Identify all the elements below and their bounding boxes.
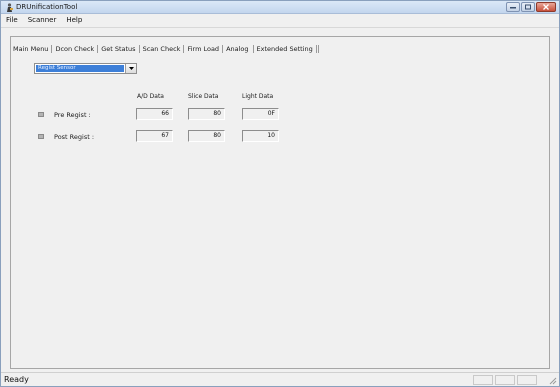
pre-regist-slice-value: 80	[188, 108, 225, 120]
column-header-ad-data: A/D Data	[137, 93, 164, 100]
tab-get-status[interactable]: Get Status	[98, 45, 140, 53]
pre-regist-led-icon	[38, 112, 44, 117]
post-regist-slice-value: 80	[188, 130, 225, 142]
column-header-light-data: Light Data	[242, 93, 274, 100]
post-regist-ad-value: 67	[136, 130, 173, 142]
minimize-icon	[510, 7, 516, 9]
status-text: Ready	[4, 375, 29, 384]
window-title: DRUnificationTool	[16, 3, 78, 11]
post-regist-light-value: 10	[242, 130, 279, 142]
minimize-button[interactable]	[506, 2, 520, 12]
status-pane	[495, 375, 515, 385]
tab-firm-load[interactable]: Firm Load	[184, 45, 224, 53]
menu-bar: File Scanner Help	[1, 15, 559, 26]
menu-divider	[1, 27, 559, 28]
tab-extended-setting[interactable]: Extended Setting	[254, 45, 317, 53]
tab-panel	[10, 36, 550, 369]
close-icon	[543, 4, 549, 10]
menu-file[interactable]: File	[1, 15, 23, 26]
menu-scanner[interactable]: Scanner	[23, 15, 62, 26]
maximize-button[interactable]	[521, 2, 535, 12]
sensor-select-button[interactable]	[125, 64, 136, 73]
sensor-select[interactable]: Regist Sensor	[34, 63, 137, 74]
resize-grip-icon[interactable]	[549, 377, 557, 385]
tab-strip: Main Menu Dcon Check Get Status Scan Che…	[10, 43, 319, 55]
chevron-down-icon	[129, 67, 134, 70]
status-pane	[517, 375, 537, 385]
scanner-person-icon	[7, 3, 13, 12]
menu-help[interactable]: Help	[61, 15, 87, 26]
pre-regist-light-value: 0F	[242, 108, 279, 120]
post-regist-led-icon	[38, 134, 44, 139]
status-bar: Ready	[1, 372, 559, 386]
tab-analog[interactable]: Analog	[223, 45, 251, 53]
sensor-select-value: Regist Sensor	[36, 65, 124, 72]
pre-regist-ad-value: 66	[136, 108, 173, 120]
column-header-slice-data: Slice Data	[188, 93, 219, 100]
maximize-icon	[525, 4, 531, 10]
tab-dcon-check[interactable]: Dcon Check	[52, 45, 99, 53]
tab-main-menu[interactable]: Main Menu	[10, 45, 53, 53]
window-controls	[506, 2, 556, 12]
status-pane	[473, 375, 493, 385]
tab-divider	[317, 45, 319, 53]
close-button[interactable]	[536, 2, 556, 12]
pre-regist-label: Pre Regist :	[54, 111, 91, 119]
title-bar: DRUnificationTool	[1, 1, 559, 14]
post-regist-label: Post Regist :	[54, 133, 95, 141]
tab-scan-check[interactable]: Scan Check	[140, 45, 185, 53]
app-window: DRUnificationTool File Scanner Help Main…	[0, 0, 560, 387]
